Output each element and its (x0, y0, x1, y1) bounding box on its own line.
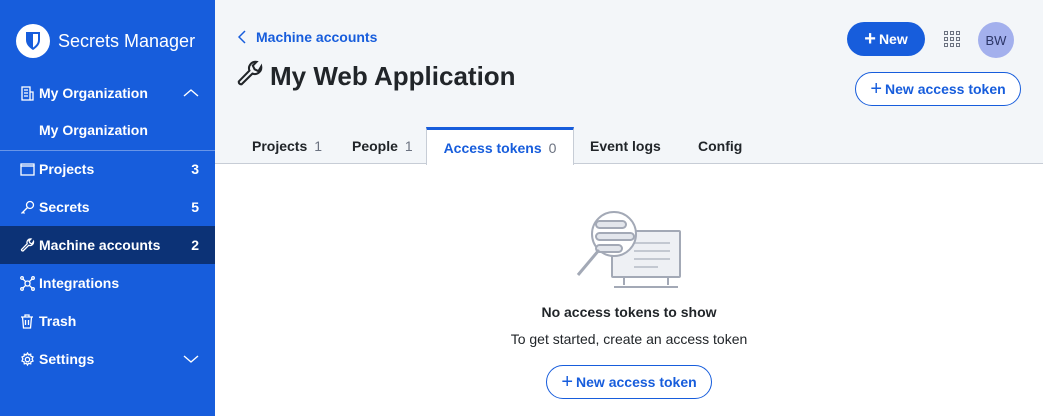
wrench-icon (19, 237, 35, 253)
tab-count: 1 (404, 137, 413, 154)
chevron-left-icon (238, 30, 246, 44)
breadcrumb[interactable]: Machine accounts (238, 29, 377, 45)
tab-label: Event logs (590, 137, 661, 154)
sidebar-item-label: Secrets (39, 199, 90, 215)
plus-icon: + (864, 28, 876, 50)
tab-access-tokens[interactable]: Access tokens 0 (426, 127, 574, 165)
tab-label: Config (698, 137, 743, 154)
key-icon (19, 199, 35, 215)
new-access-token-button[interactable]: + New access token (546, 365, 712, 399)
empty-state-subtitle: To get started, create an access token (510, 331, 748, 347)
brand-name: Secrets Manager (58, 30, 196, 51)
tab-people[interactable]: People 1 (352, 127, 413, 164)
no-results-illustration-icon (574, 207, 686, 298)
chevron-down-icon[interactable] (183, 351, 199, 367)
sidebar-item-secrets[interactable]: Secrets 5 (0, 188, 215, 226)
new-access-token-label: New access token (576, 374, 697, 390)
sidebar-item-count: 3 (191, 161, 199, 177)
tab-event-logs[interactable]: Event logs (590, 127, 661, 164)
avatar[interactable]: BW (978, 22, 1014, 58)
chevron-up-icon[interactable] (183, 85, 199, 101)
plus-icon: + (870, 78, 883, 100)
gear-icon (19, 351, 35, 367)
sidebar: Secrets Manager My Organization My Organ… (0, 0, 215, 416)
page-title-text: My Web Application (270, 61, 516, 91)
sidebar-item-label: Projects (39, 161, 95, 177)
new-button-label: New (878, 31, 908, 47)
sidebar-item-count: 5 (191, 199, 199, 215)
sidebar-item-organization[interactable]: My Organization (0, 74, 215, 112)
page-title: My Web Application (236, 60, 516, 93)
sidebar-item-machine-accounts[interactable]: Machine accounts 2 (0, 226, 215, 264)
new-access-token-label: New access token (885, 81, 1006, 97)
sidebar-item-label: My Organization (39, 85, 148, 101)
sidebar-item-label: Settings (39, 351, 95, 367)
breadcrumb-link[interactable]: Machine accounts (256, 29, 377, 45)
new-button[interactable]: + New (847, 22, 925, 56)
sidebar-subitem-organization[interactable]: My Organization (39, 122, 148, 138)
sidebar-item-label: Machine accounts (39, 237, 161, 253)
tab-label: Access tokens (443, 139, 542, 156)
organization-icon (19, 85, 35, 101)
sidebar-item-count: 2 (191, 237, 199, 253)
new-access-token-button[interactable]: + New access token (855, 72, 1021, 106)
sidebar-item-integrations[interactable]: Integrations (0, 264, 215, 302)
tab-label: People (352, 137, 398, 154)
plus-icon: + (561, 371, 574, 393)
product-switcher-icon[interactable] (944, 31, 960, 47)
empty-state-title: No access tokens to show (541, 304, 717, 320)
tab-count: 1 (314, 137, 323, 154)
tab-count: 0 (548, 139, 557, 156)
sidebar-item-projects[interactable]: Projects 3 (0, 150, 215, 188)
brand[interactable]: Secrets Manager (16, 24, 195, 58)
tab-label: Projects (252, 137, 308, 154)
tab-config[interactable]: Config (698, 127, 742, 164)
wrench-icon (236, 60, 264, 93)
projects-icon (19, 161, 35, 177)
integrations-icon (19, 275, 35, 291)
bitwarden-shield-icon (16, 24, 50, 58)
tab-projects[interactable]: Projects 1 (252, 127, 322, 164)
sidebar-item-label: Integrations (39, 275, 120, 291)
